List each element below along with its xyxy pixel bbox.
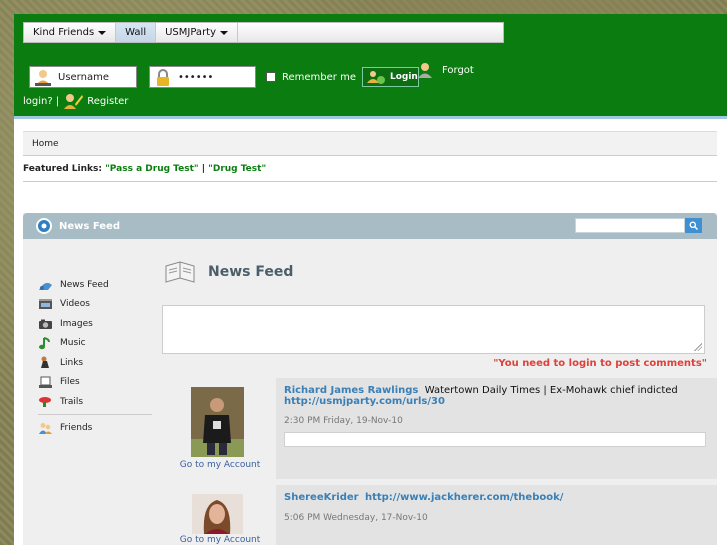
goto-account-link[interactable]: Go to my Account [164, 460, 276, 470]
post-comment-textarea[interactable] [162, 305, 705, 354]
post-link[interactable]: http://www.jackherer.com/thebook/ [365, 492, 563, 503]
post-link[interactable]: http://usmjparty.com/urls/30 [284, 396, 445, 407]
sidebar-item-label: Friends [60, 423, 93, 434]
sidebar-item-label: Music [60, 338, 86, 349]
featured-separator: | [201, 164, 206, 174]
panel-header: News Feed [23, 213, 717, 239]
forgot-user-icon [418, 63, 432, 78]
remember-label: Remember me [282, 71, 356, 83]
sidebar-item-trails[interactable]: Trails [38, 392, 153, 412]
sidebar-divider [38, 413, 152, 415]
goto-account-link[interactable]: Go to my Account [164, 535, 276, 545]
forgot-label: Forgot [442, 65, 474, 76]
register-pencil-icon [64, 94, 84, 109]
main-title-text: News Feed [208, 264, 294, 280]
menu-wall-label: Wall [125, 27, 147, 38]
news-feed-globe-icon [36, 218, 52, 234]
username-placeholder: Username [58, 71, 109, 83]
login-required-note: "You need to login to post comments" [493, 358, 707, 369]
search-button[interactable] [685, 218, 702, 233]
menu-usmjparty-label: USMJParty [165, 27, 217, 38]
sidebar-item-label: Trails [60, 396, 84, 407]
links-icon [38, 356, 53, 370]
sidebar-item-links[interactable]: Links [38, 353, 153, 373]
sidebar-item-label: Files [60, 377, 80, 388]
sidebar-item-files[interactable]: Files [38, 373, 153, 393]
panel-title: News Feed [59, 220, 120, 232]
password-value: •••••• [178, 71, 214, 83]
menu-kind-friends-label: Kind Friends [33, 27, 95, 38]
sidebar-item-news-feed[interactable]: News Feed [38, 275, 153, 295]
lock-icon [157, 69, 169, 86]
forgot-register-row: login? | Register [23, 92, 128, 110]
feed-item: Go to my Account Richard James Rawlings … [164, 378, 717, 479]
friends-icon [38, 421, 53, 435]
remember-me[interactable]: Remember me [266, 72, 356, 83]
music-note-icon [38, 336, 53, 350]
sidebar-item-videos[interactable]: Videos [38, 295, 153, 315]
register-link[interactable]: Register [87, 96, 128, 107]
search-icon [689, 221, 698, 230]
avatar-column: Go to my Account [164, 378, 276, 479]
post-author[interactable]: Richard James Rawlings [284, 385, 418, 396]
news-feed-panel: News Feed News Feed Videos Images Music … [23, 213, 717, 545]
camera-icon [38, 317, 53, 331]
main-title: News Feed [164, 260, 293, 284]
post-timestamp: 2:30 PM Friday, 19-Nov-10 [284, 416, 403, 426]
sidebar-item-label: Links [60, 357, 84, 368]
login-form: Username •••••• Remember me Login [29, 66, 419, 88]
chevron-down-icon [220, 30, 229, 35]
login-label: Login [389, 72, 418, 82]
files-icon [38, 375, 53, 389]
sidebar-item-label: News Feed [60, 279, 109, 290]
post-content: Richard James Rawlings Watertown Daily T… [284, 385, 709, 407]
featured-label: Featured Links: [23, 164, 102, 174]
remember-checkbox[interactable] [266, 72, 276, 82]
post-timestamp: 5:06 PM Wednesday, 17-Nov-10 [284, 513, 428, 523]
user-icon [35, 70, 51, 86]
avatar[interactable] [191, 387, 244, 457]
search-box [575, 218, 702, 233]
trails-icon [38, 395, 53, 409]
chevron-down-icon [98, 30, 107, 35]
featured-link-pass-drug-test[interactable]: "Pass a Drug Test" [105, 164, 198, 174]
post-author[interactable]: ShereeKrider [284, 492, 359, 503]
login-users-icon [366, 71, 385, 84]
comment-bar[interactable] [284, 432, 706, 447]
avatar-column: Go to my Account [164, 485, 276, 545]
top-menu-bar: Kind Friends Wall USMJParty [23, 22, 504, 43]
feed-item: Go to my Account ShereeKrider http://www… [164, 485, 717, 545]
resize-handle-icon[interactable] [694, 343, 702, 351]
sidebar: News Feed Videos Images Music Links File… [38, 275, 153, 438]
forgot-login-cont[interactable]: login? | [23, 96, 59, 107]
menu-kind-friends[interactable]: Kind Friends [24, 23, 117, 42]
featured-link-drug-test[interactable]: "Drug Test" [208, 164, 266, 174]
videos-icon [38, 297, 53, 311]
page: Kind Friends Wall USMJParty Username •••… [14, 14, 727, 545]
forgot-link[interactable]: Forgot [416, 62, 474, 79]
sidebar-item-label: Images [60, 318, 93, 329]
avatar[interactable] [192, 494, 243, 534]
sidebar-item-label: Videos [60, 299, 90, 310]
sidebar-item-music[interactable]: Music [38, 334, 153, 354]
site-header: Kind Friends Wall USMJParty Username •••… [14, 14, 727, 119]
menu-usmjparty[interactable]: USMJParty [156, 23, 239, 42]
news-feed-icon [38, 278, 53, 292]
menu-wall[interactable]: Wall [116, 23, 157, 42]
sidebar-item-images[interactable]: Images [38, 314, 153, 334]
post-content: ShereeKrider http://www.jackherer.com/th… [284, 492, 709, 503]
password-field[interactable]: •••••• [149, 66, 256, 88]
login-button[interactable]: Login [361, 67, 419, 87]
breadcrumb-home[interactable]: Home [32, 139, 59, 149]
featured-links: Featured Links: "Pass a Drug Test" | "Dr… [23, 162, 717, 182]
breadcrumb: Home [23, 131, 717, 156]
username-field[interactable]: Username [29, 66, 137, 88]
sidebar-item-friends[interactable]: Friends [38, 419, 153, 439]
post-text: Watertown Daily Times | Ex-Mohawk chief … [424, 385, 678, 396]
newspaper-icon [165, 261, 195, 283]
search-input[interactable] [575, 218, 685, 233]
